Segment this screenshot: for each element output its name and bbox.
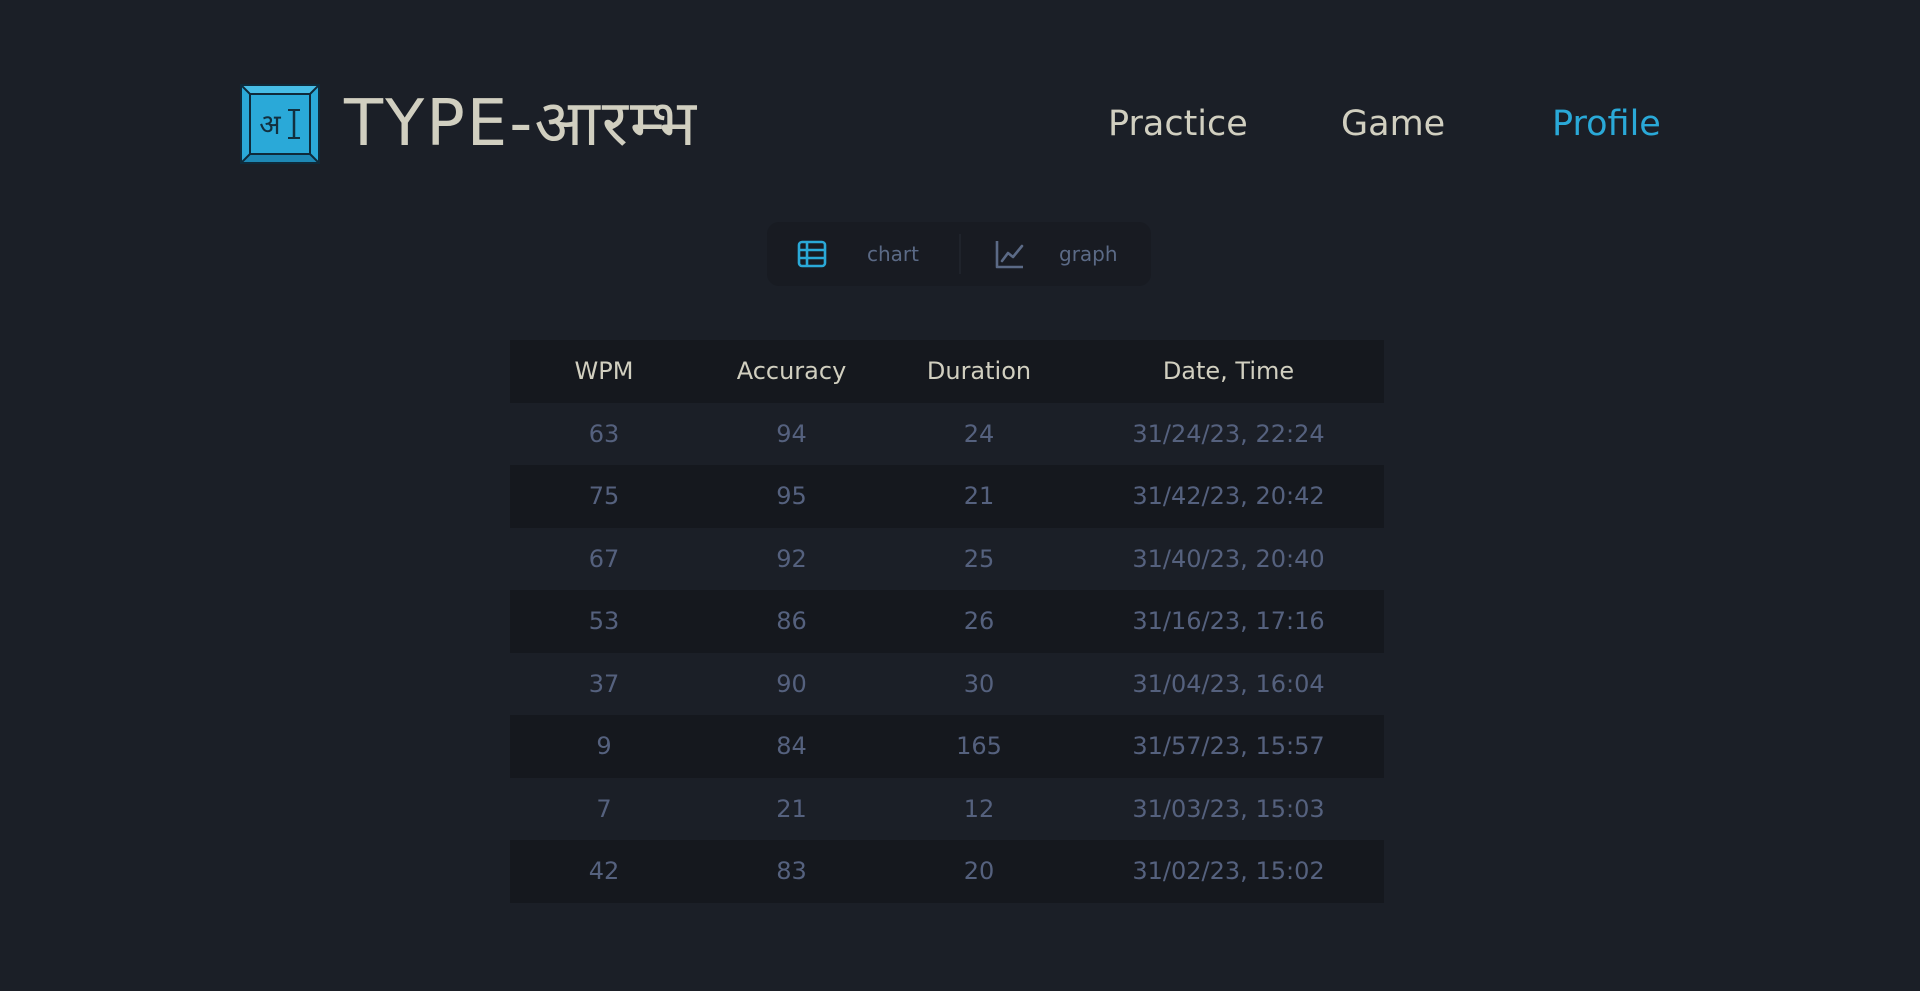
cell-accuracy: 90 — [776, 669, 807, 698]
table-row: 63 94 24 31/24/23, 22:24 — [510, 402, 1384, 465]
cell-accuracy: 94 — [776, 419, 807, 448]
cell-duration: 12 — [963, 794, 995, 823]
header: अ TYPE-आरम्भ Practice Game Profile — [0, 0, 1920, 180]
table-row: 67 92 25 31/40/23, 20:40 — [510, 527, 1384, 590]
cell-duration: 26 — [963, 607, 995, 636]
line-chart-icon — [995, 241, 1024, 269]
cell-wpm: 75 — [588, 482, 620, 511]
column-header-duration[interactable]: Duration — [885, 340, 1073, 403]
nav-game[interactable]: Game — [1341, 98, 1445, 150]
table-header-row: WPM Accuracy Duration Date, Time — [510, 340, 1384, 403]
table-row: 9 84 165 31/57/23, 15:57 — [510, 715, 1384, 778]
cell-accuracy: 84 — [776, 732, 807, 761]
cell-date-time: 31/40/23, 20:40 — [1132, 544, 1325, 573]
graph-view-button[interactable]: graph — [995, 222, 1118, 286]
cell-date-time: 31/42/23, 20:42 — [1132, 482, 1325, 511]
column-header-date-time[interactable]: Date, Time — [1073, 340, 1384, 403]
table-row: 42 83 20 31/02/23, 15:02 — [510, 840, 1384, 903]
cell-duration: 20 — [963, 857, 995, 886]
cell-accuracy: 95 — [776, 482, 807, 511]
cell-date-time: 31/24/23, 22:24 — [1132, 419, 1325, 448]
cell-wpm: 9 — [596, 732, 612, 761]
cell-wpm: 37 — [588, 669, 620, 698]
chart-view-button[interactable]: chart — [797, 222, 919, 286]
cell-date-time: 31/04/23, 16:04 — [1132, 669, 1325, 698]
cell-wpm: 7 — [596, 794, 612, 823]
cell-accuracy: 92 — [776, 544, 807, 573]
table-icon — [797, 240, 827, 268]
cell-duration: 24 — [963, 419, 995, 448]
cell-date-time: 31/02/23, 15:02 — [1132, 857, 1325, 886]
nav-profile[interactable]: Profile — [1552, 98, 1661, 150]
cell-wpm: 42 — [588, 857, 620, 886]
cell-wpm: 63 — [588, 419, 620, 448]
graph-view-label: graph — [1059, 242, 1118, 266]
history-table: WPM Accuracy Duration Date, Time 63 94 2… — [510, 340, 1384, 903]
table-row: 75 95 21 31/42/23, 20:42 — [510, 465, 1384, 528]
table-row: 53 86 26 31/16/23, 17:16 — [510, 590, 1384, 653]
cell-duration: 30 — [963, 669, 995, 698]
cell-date-time: 31/16/23, 17:16 — [1132, 607, 1325, 636]
table-row: 37 90 30 31/04/23, 16:04 — [510, 652, 1384, 715]
cell-accuracy: 21 — [776, 794, 807, 823]
cell-date-time: 31/57/23, 15:57 — [1132, 732, 1325, 761]
main-nav: Practice Game Profile — [0, 98, 1920, 150]
column-header-wpm[interactable]: WPM — [510, 340, 698, 403]
nav-practice[interactable]: Practice — [1108, 98, 1248, 150]
cell-accuracy: 86 — [776, 607, 807, 636]
column-header-accuracy[interactable]: Accuracy — [698, 340, 885, 403]
view-toggle: chart graph — [767, 222, 1151, 286]
cell-duration: 25 — [963, 544, 995, 573]
chart-view-label: chart — [867, 242, 919, 266]
cell-wpm: 53 — [588, 607, 620, 636]
table-row: 7 21 12 31/03/23, 15:03 — [510, 777, 1384, 840]
toggle-divider — [959, 234, 961, 274]
cell-wpm: 67 — [588, 544, 620, 573]
cell-accuracy: 83 — [776, 857, 807, 886]
cell-date-time: 31/03/23, 15:03 — [1132, 794, 1325, 823]
cell-duration: 21 — [963, 482, 995, 511]
cell-duration: 165 — [956, 732, 1002, 761]
